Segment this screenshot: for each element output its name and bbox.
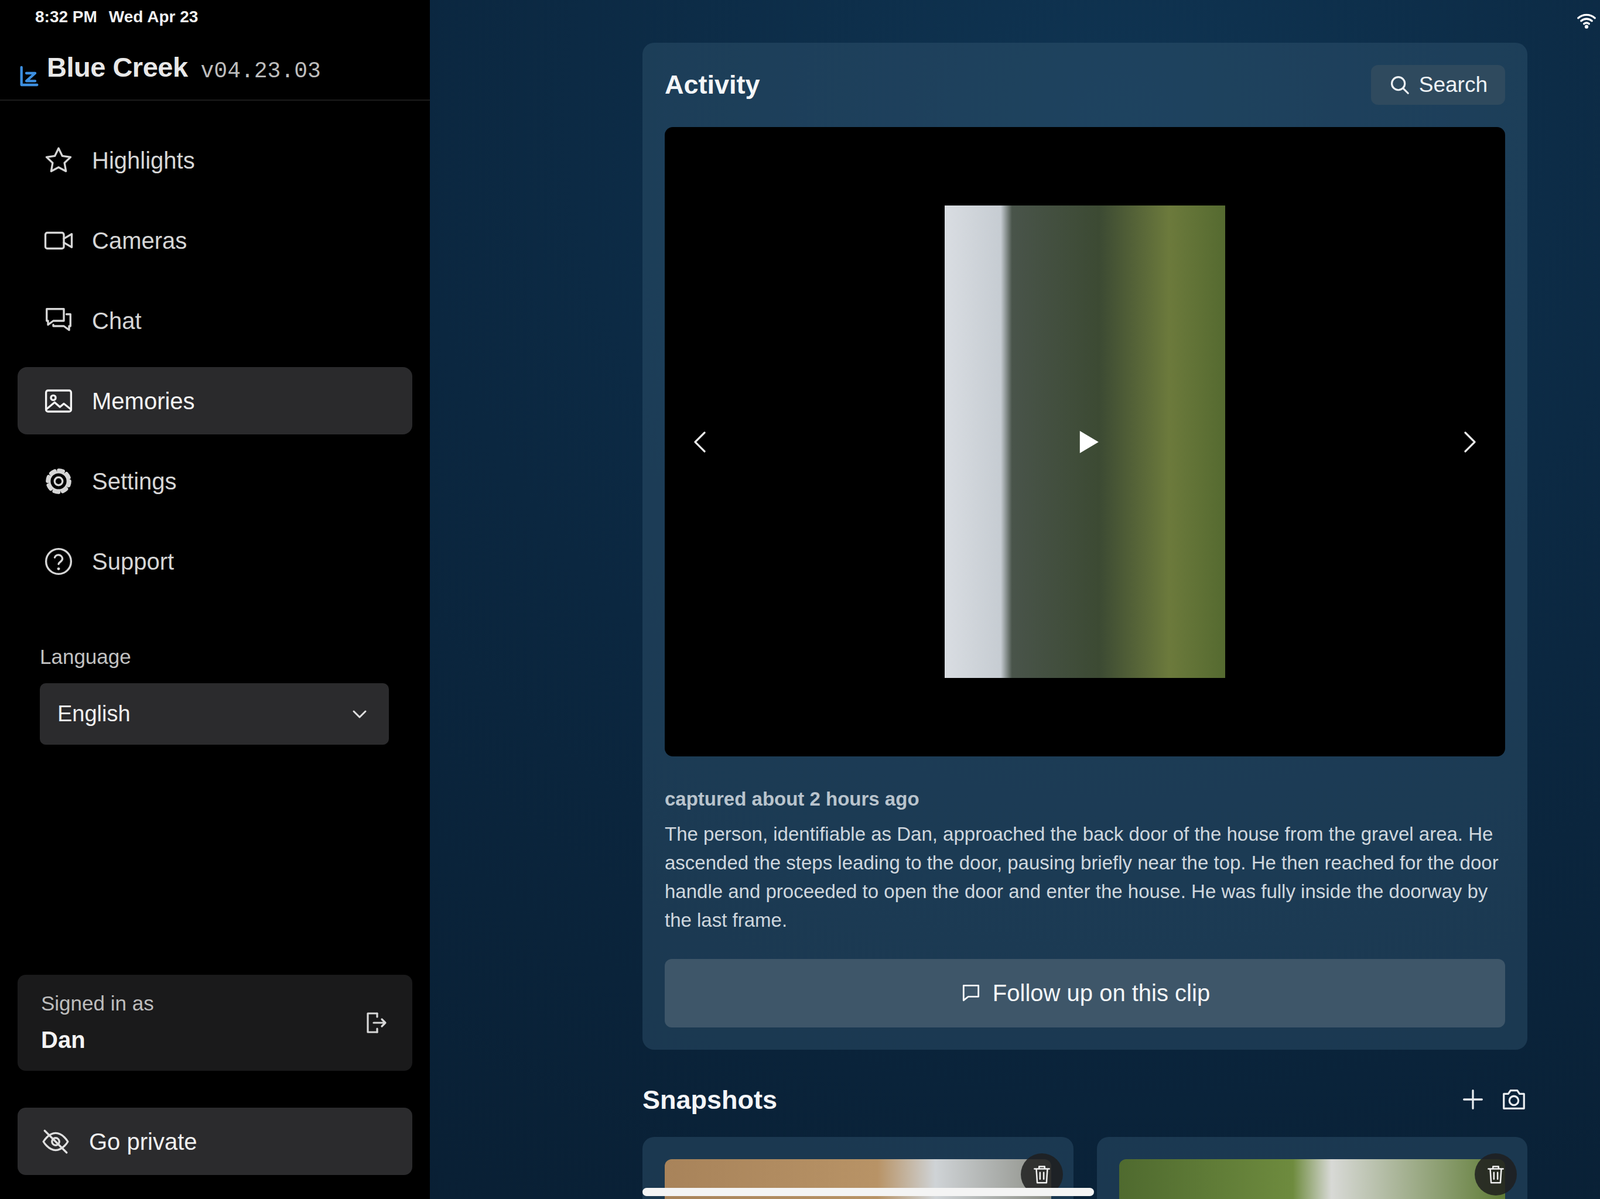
- snapshots-list: [642, 1137, 1528, 1199]
- scroll-thumb[interactable]: [642, 1188, 1094, 1197]
- star-icon: [42, 144, 75, 177]
- logout-icon[interactable]: [360, 1009, 389, 1038]
- status-bar: 8:32 PM Wed Apr 23: [0, 0, 430, 33]
- clock: 8:32 PM: [35, 4, 98, 33]
- go-private-button[interactable]: Go private: [17, 1108, 413, 1176]
- captured-time: captured about 2 hours ago: [664, 784, 1506, 815]
- video-player[interactable]: [664, 127, 1506, 757]
- account-section: Signed in as Dan Go private: [0, 975, 430, 1199]
- sidebar-item[interactable]: Highlights: [17, 126, 413, 194]
- help-icon: [42, 545, 75, 578]
- next-icon[interactable]: [1454, 428, 1483, 457]
- sidebar-item[interactable]: Memories: [17, 367, 413, 435]
- play-icon[interactable]: [1073, 428, 1102, 457]
- sidebar-item[interactable]: Support: [17, 527, 413, 596]
- language-value: English: [57, 697, 131, 731]
- language-section: Language English: [0, 595, 430, 745]
- activity-title: Activity: [664, 65, 761, 105]
- delete-button[interactable]: [1474, 1153, 1517, 1196]
- previous-icon[interactable]: [686, 428, 716, 457]
- sidebar-item-label: Highlights: [91, 142, 196, 179]
- video-camera-icon: [42, 224, 75, 257]
- activity-header: Activity Search: [664, 65, 1506, 105]
- language-select[interactable]: English: [39, 683, 389, 745]
- main-area: Activity Search captured about 2 hours a…: [429, 0, 1600, 1199]
- eye-off-icon: [40, 1127, 71, 1157]
- app-brand: Blue Creek v04.23.03: [0, 32, 430, 101]
- snapshots-title: Snapshots: [642, 1080, 778, 1121]
- snapshot-card[interactable]: [1096, 1137, 1528, 1199]
- activity-card: Activity Search captured about 2 hours a…: [642, 42, 1528, 1051]
- chat-icon: [42, 305, 75, 337]
- logo-icon: [17, 64, 41, 88]
- date: Wed Apr 23: [108, 4, 198, 33]
- trash-icon: [1030, 1163, 1054, 1186]
- snapshots-header: Snapshots: [642, 1080, 1528, 1121]
- scroll-track: [642, 1188, 1528, 1197]
- trash-icon: [1484, 1163, 1507, 1186]
- sidebar-item-label: Memories: [91, 383, 196, 419]
- sidebar: 8:32 PM Wed Apr 23 Blue Creek v04.23.03 …: [0, 0, 430, 1199]
- camera-icon[interactable]: [1500, 1086, 1528, 1114]
- chevron-down-icon: [347, 702, 372, 727]
- sidebar-item[interactable]: Cameras: [17, 206, 413, 275]
- gear-icon: [42, 465, 75, 498]
- chat-bubble-icon: [959, 982, 983, 1005]
- search-button[interactable]: Search: [1371, 65, 1506, 105]
- sidebar-nav: Highlights Cameras Chat Memories Settings Sup…: [0, 100, 430, 596]
- sidebar-item[interactable]: Settings: [17, 447, 413, 515]
- go-private-label: Go private: [89, 1124, 198, 1160]
- app-name: Blue Creek: [46, 46, 188, 89]
- sidebar-item-label: Cameras: [91, 223, 187, 259]
- follow-up-button[interactable]: Follow up on this clip: [664, 959, 1506, 1028]
- sidebar-item[interactable]: Chat: [17, 286, 413, 355]
- wifi-icon: [1576, 10, 1597, 31]
- account-box: Signed in as Dan: [17, 975, 413, 1072]
- search-label: Search: [1419, 68, 1488, 102]
- account-label: Signed in as: [40, 988, 155, 1020]
- snapshot-image: [1119, 1159, 1506, 1199]
- follow-up-label: Follow up on this clip: [992, 975, 1210, 1011]
- sidebar-item-label: Chat: [91, 303, 142, 339]
- image-icon: [42, 385, 75, 417]
- search-icon: [1388, 73, 1411, 97]
- sidebar-item-label: Settings: [91, 463, 177, 499]
- language-label: Language: [39, 644, 413, 670]
- plus-icon[interactable]: [1459, 1086, 1487, 1114]
- account-user: Dan: [40, 1022, 155, 1058]
- clip-description: The person, identifiable as Dan, approac…: [664, 819, 1506, 935]
- app-version: v04.23.03: [200, 54, 321, 88]
- sidebar-item-label: Support: [91, 544, 174, 580]
